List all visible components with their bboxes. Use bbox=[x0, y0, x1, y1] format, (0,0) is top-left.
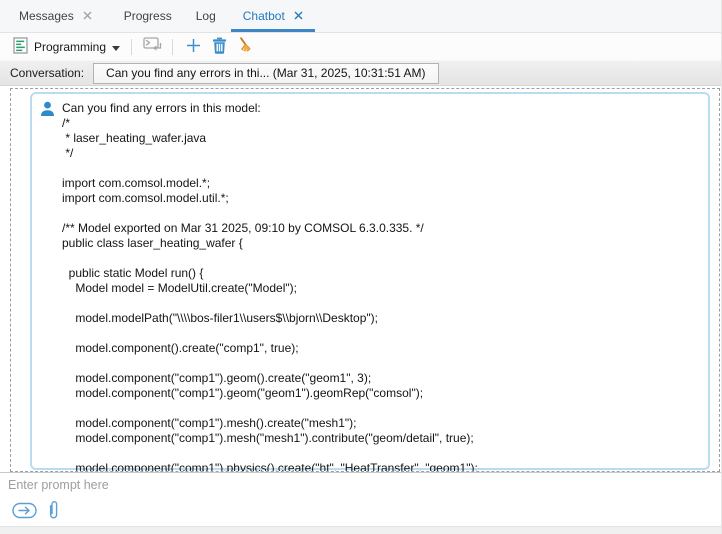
tab-chatbot-label: Chatbot bbox=[243, 9, 285, 23]
tab-messages-label: Messages bbox=[19, 9, 74, 23]
prompt-actions bbox=[0, 497, 721, 526]
conversation-label: Conversation: bbox=[10, 66, 84, 80]
chevron-down-icon bbox=[112, 40, 120, 54]
user-icon bbox=[40, 101, 55, 122]
toolbar-divider bbox=[172, 39, 173, 55]
paperclip-icon bbox=[47, 499, 60, 524]
trash-icon bbox=[212, 37, 227, 57]
tab-progress[interactable]: Progress bbox=[112, 2, 184, 32]
tab-messages[interactable]: Messages bbox=[7, 2, 104, 32]
chatbot-toolbar: Programming bbox=[0, 33, 721, 60]
conversation-select[interactable]: Can you find any errors in thi... (Mar 3… bbox=[93, 63, 439, 84]
programming-mode-label: Programming bbox=[34, 40, 106, 54]
code-document-icon bbox=[13, 37, 28, 57]
attach-button[interactable] bbox=[47, 499, 60, 524]
new-conversation-button[interactable] bbox=[181, 36, 205, 58]
tab-log-label: Log bbox=[196, 9, 216, 23]
insert-into-model-button[interactable] bbox=[140, 36, 164, 58]
clear-conversation-button[interactable] bbox=[233, 36, 257, 58]
delete-conversation-button[interactable] bbox=[207, 36, 231, 58]
toolbar-divider bbox=[131, 39, 132, 55]
send-button[interactable] bbox=[12, 502, 38, 522]
tab-log[interactable]: Log bbox=[184, 2, 228, 32]
chatbot-panel: Messages Progress Log Chatbot bbox=[0, 0, 722, 534]
tab-chatbot[interactable]: Chatbot bbox=[231, 2, 315, 32]
tab-bar: Messages Progress Log Chatbot bbox=[0, 0, 721, 33]
conversation-view[interactable]: Can you find any errors in this model: /… bbox=[10, 88, 720, 472]
close-icon[interactable] bbox=[294, 11, 303, 20]
plus-icon bbox=[186, 38, 201, 56]
programming-mode-button[interactable]: Programming bbox=[10, 36, 123, 58]
panel-footer bbox=[0, 526, 721, 534]
prompt-row bbox=[0, 472, 721, 497]
close-icon[interactable] bbox=[83, 11, 92, 20]
user-message-text: Can you find any errors in this model: /… bbox=[62, 101, 702, 472]
user-message-bubble: Can you find any errors in this model: /… bbox=[30, 92, 710, 470]
broom-icon bbox=[238, 37, 252, 57]
conversation-bar: Conversation: Can you find any errors in… bbox=[0, 60, 721, 86]
prompt-input[interactable] bbox=[0, 473, 721, 497]
send-icon bbox=[12, 502, 38, 522]
console-insert-icon bbox=[143, 37, 162, 56]
tab-progress-label: Progress bbox=[124, 9, 172, 23]
conversation-selected-option: Can you find any errors in thi... (Mar 3… bbox=[106, 66, 426, 80]
